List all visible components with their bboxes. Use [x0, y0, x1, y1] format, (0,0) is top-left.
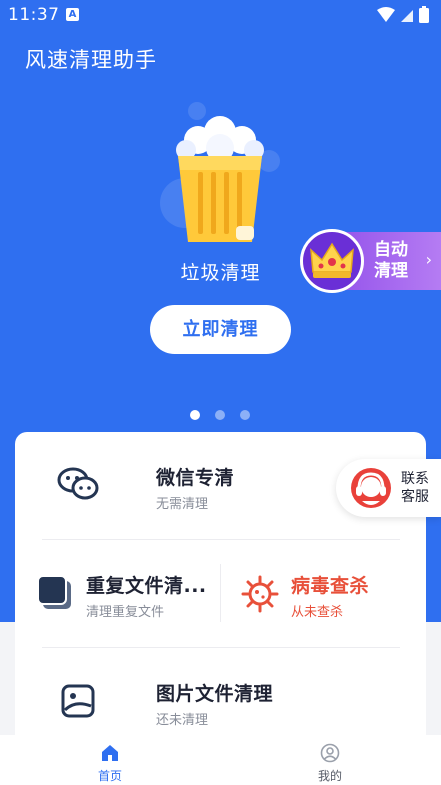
bottom-tab-bar: 首页 我的 — [0, 735, 441, 785]
wifi-icon — [377, 7, 395, 22]
battery-icon — [419, 8, 429, 23]
tab-profile[interactable]: 我的 — [270, 735, 390, 785]
wechat-subtitle: 无需清理 — [156, 497, 209, 512]
image-clean-subtitle: 还未清理 — [156, 713, 209, 728]
image-clean-title: 图片文件清理 — [156, 683, 274, 705]
virus-scan-item[interactable]: 病毒查杀 从未查杀 — [221, 540, 426, 647]
app-title: 风速清理助手 — [25, 48, 157, 72]
status-icons — [377, 6, 429, 23]
duplicate-files-title: 重复文件清... — [86, 575, 207, 597]
status-time: 11:37 — [8, 5, 60, 25]
auto-clean-button[interactable]: 自动 清理 › — [300, 229, 441, 293]
auto-clean-label: 自动 清理 — [374, 240, 408, 281]
carousel-dot[interactable] — [215, 410, 225, 420]
duplicate-files-icon — [37, 575, 71, 609]
wechat-icon — [57, 467, 99, 500]
carousel-indicator — [190, 410, 250, 420]
customer-service-button[interactable]: 联系 客服 — [336, 459, 441, 517]
home-icon — [102, 745, 118, 761]
virus-scan-subtitle: 从未查杀 — [291, 605, 344, 620]
status-bar: 11:37 A — [0, 0, 441, 30]
headset-icon — [351, 468, 391, 508]
wechat-title: 微信专清 — [156, 467, 235, 489]
carousel-dot[interactable] — [190, 410, 200, 420]
virus-icon — [241, 575, 279, 613]
tab-home[interactable]: 首页 — [50, 735, 170, 785]
signal-icon — [401, 10, 413, 22]
virus-scan-title: 病毒查杀 — [291, 575, 370, 597]
duplicate-files-subtitle: 清理重复文件 — [86, 605, 165, 620]
tab-home-label: 首页 — [97, 769, 122, 783]
carousel-dot[interactable] — [240, 410, 250, 420]
image-icon — [61, 684, 95, 718]
clean-now-button[interactable]: 立即清理 — [150, 305, 291, 354]
notification-icon: A — [66, 8, 79, 21]
chevron-right-icon: › — [425, 250, 432, 269]
profile-icon — [320, 743, 340, 763]
customer-service-label: 联系 客服 — [401, 471, 429, 505]
duplicate-files-item[interactable]: 重复文件清... 清理重复文件 — [15, 540, 220, 647]
trash-bin-icon — [176, 116, 264, 242]
tab-profile-label: 我的 — [317, 769, 342, 783]
crown-icon — [310, 242, 354, 278]
crown-badge — [300, 229, 364, 293]
